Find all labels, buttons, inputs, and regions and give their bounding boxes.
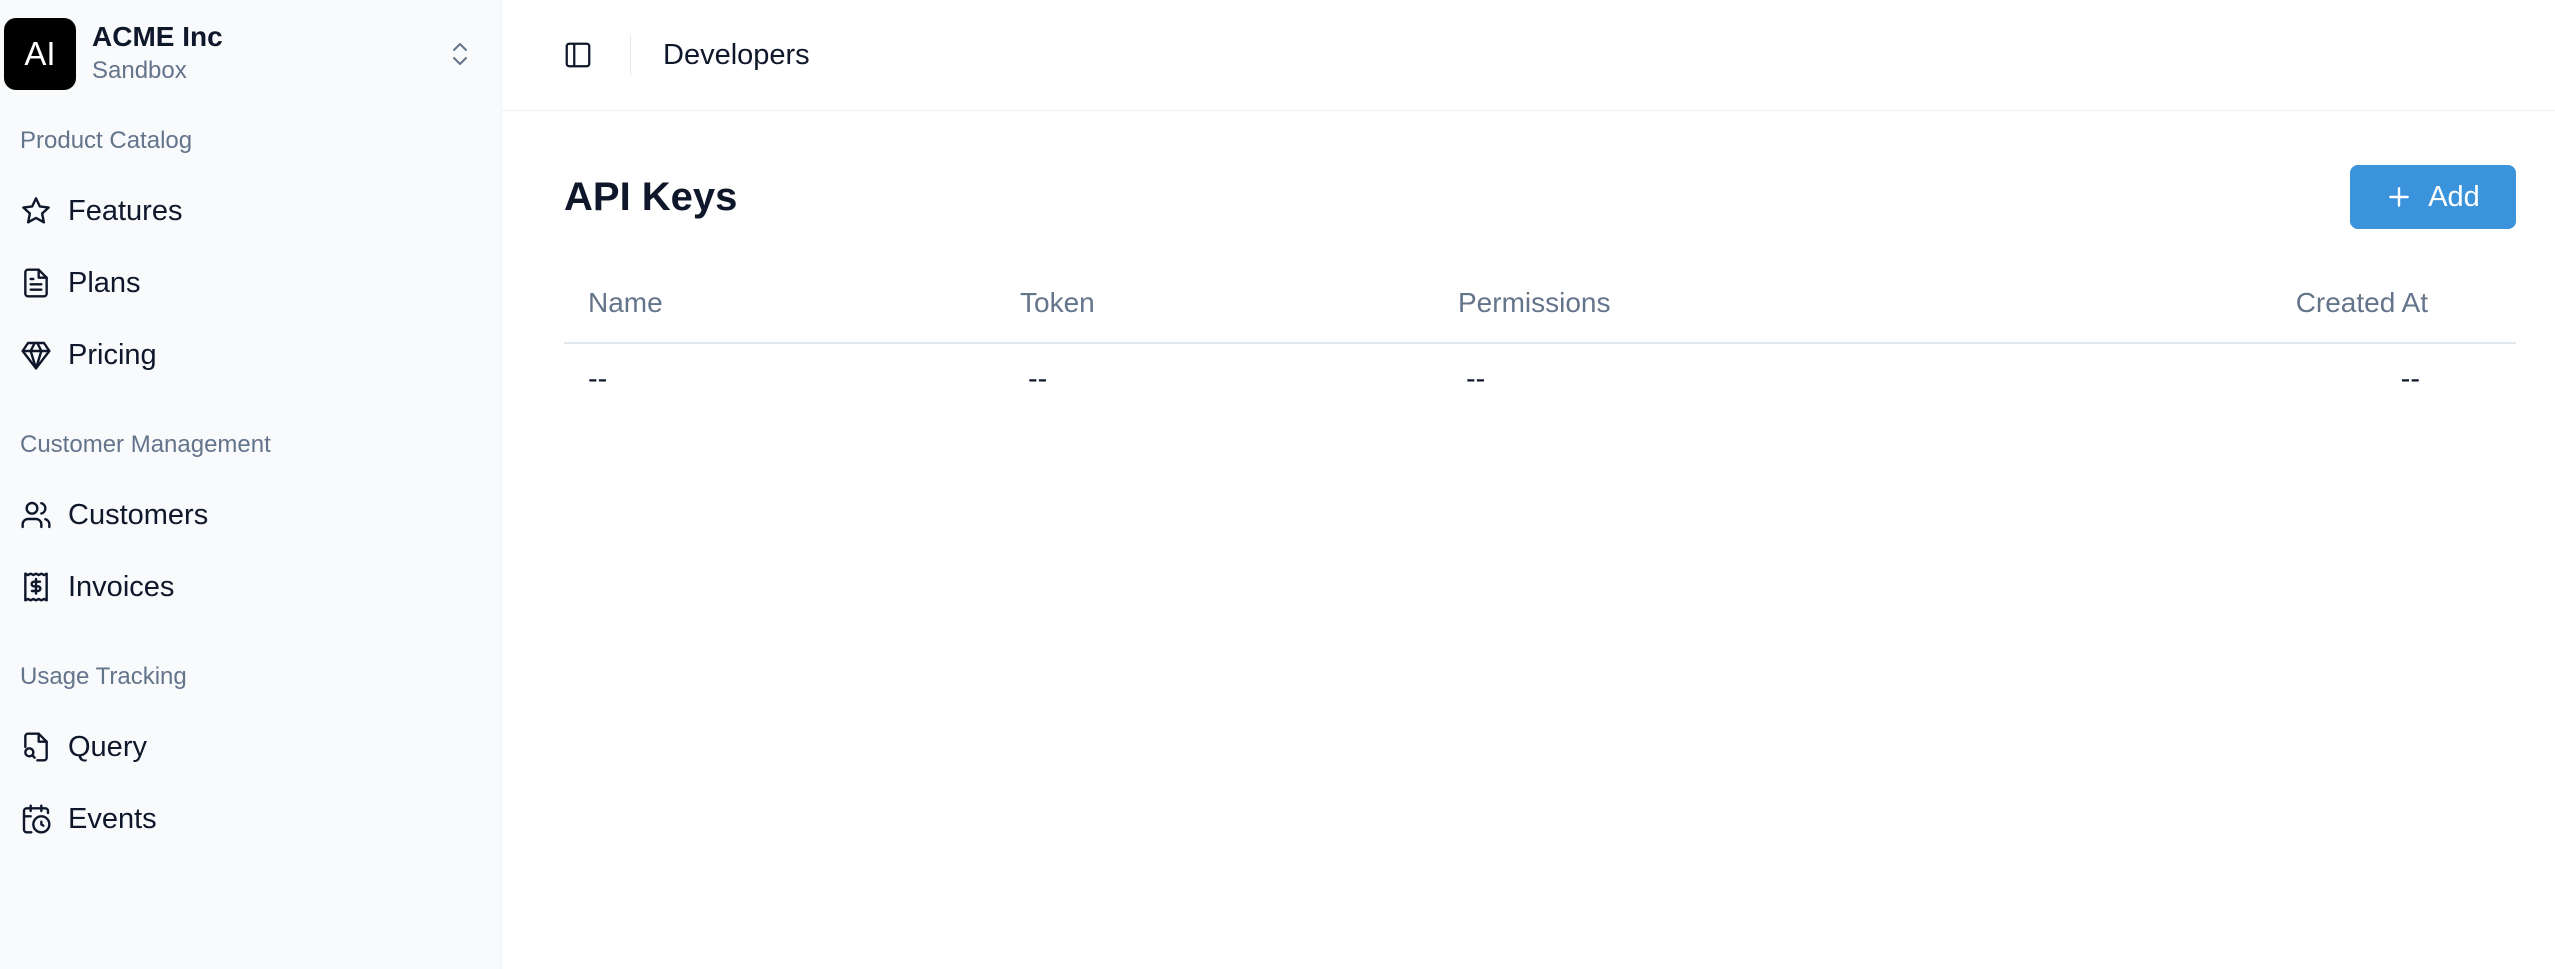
org-name: ACME Inc <box>92 20 223 52</box>
sidebar-item-events[interactable]: Events <box>0 783 483 855</box>
sidebar-item-label: Invoices <box>68 570 175 603</box>
sidebar-item-pricing[interactable]: Pricing <box>0 319 483 391</box>
file-search-icon <box>20 731 52 763</box>
document-icon <box>20 267 52 299</box>
sidebar-item-label: Features <box>68 194 183 227</box>
receipt-icon <box>20 571 52 603</box>
add-button[interactable]: Add <box>2350 165 2516 229</box>
api-keys-table: Name Token Permissions Created At -- -- … <box>564 263 2516 415</box>
sidebar-item-customers[interactable]: Customers <box>0 479 483 551</box>
section-label-customer-management: Customer Management <box>20 431 271 458</box>
app-root: AI ACME Inc Sandbox Product Catalog Feat… <box>0 0 2555 969</box>
sidebar-item-invoices[interactable]: Invoices <box>0 551 483 623</box>
table-row[interactable]: -- -- -- -- <box>564 343 2516 415</box>
users-icon <box>20 499 52 531</box>
sidebar-item-plans[interactable]: Plans <box>0 247 483 319</box>
star-icon <box>20 195 52 227</box>
sidebar-item-label: Events <box>68 802 157 835</box>
sidebar-item-label: Pricing <box>68 338 157 371</box>
org-switcher[interactable]: AI ACME Inc Sandbox <box>0 0 483 107</box>
section-label-usage-tracking: Usage Tracking <box>20 663 187 690</box>
table-header-row: Name Token Permissions Created At <box>564 263 2516 344</box>
main-panel: Developers API Keys Add Name Token Permi… <box>502 0 2555 969</box>
column-header-token[interactable]: Token <box>996 263 1434 344</box>
section-label-product-catalog: Product Catalog <box>20 127 193 154</box>
gem-icon <box>20 339 52 371</box>
sidebar-item-features[interactable]: Features <box>0 175 483 247</box>
cell-permissions: -- <box>1466 363 1486 395</box>
add-button-label: Add <box>2428 180 2480 213</box>
content: API Keys Add Name Token Permissions Crea… <box>502 111 2555 415</box>
sidebar-item-label: Customers <box>68 498 209 531</box>
cell-name: -- <box>588 363 608 395</box>
column-header-name[interactable]: Name <box>564 263 996 344</box>
cell-token: -- <box>1028 363 1048 395</box>
sidebar-item-query[interactable]: Query <box>0 711 483 783</box>
sidebar-item-label: Query <box>68 730 147 763</box>
cell-created-at: -- <box>2400 363 2420 395</box>
divider <box>630 35 631 75</box>
page-header: API Keys Add <box>564 165 2516 229</box>
chevrons-up-down-icon[interactable] <box>445 34 475 74</box>
org-logo: AI <box>4 17 76 90</box>
sidebar-item-label: Plans <box>68 266 141 299</box>
sidebar-toggle-icon[interactable] <box>558 35 598 75</box>
page-title: API Keys <box>564 174 738 219</box>
plus-icon <box>2386 184 2412 210</box>
sidebar: AI ACME Inc Sandbox Product Catalog Feat… <box>0 0 502 969</box>
top-bar: Developers <box>502 0 2555 111</box>
calendar-clock-icon <box>20 803 52 835</box>
breadcrumb[interactable]: Developers <box>663 39 810 72</box>
column-header-created-at[interactable]: Created At <box>2034 263 2516 344</box>
org-environment: Sandbox <box>92 56 187 84</box>
column-header-permissions[interactable]: Permissions <box>1434 263 2034 344</box>
org-info: ACME Inc Sandbox <box>92 20 445 88</box>
